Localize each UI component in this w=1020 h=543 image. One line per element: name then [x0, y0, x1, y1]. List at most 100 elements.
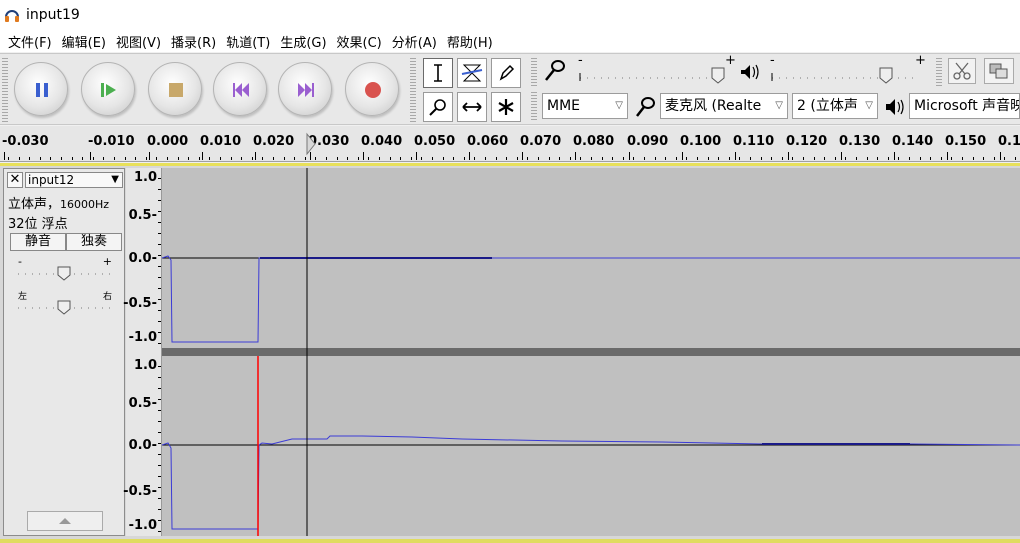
- channels-select[interactable]: 2 (立体声 ▽: [792, 93, 878, 119]
- pause-button[interactable]: [14, 62, 68, 116]
- playback-meter-slider[interactable]: [771, 67, 918, 84]
- skip-to-start-button[interactable]: [213, 62, 267, 116]
- timeline-ruler[interactable]: -0.030 -0.010 0.000 0.010 0.020 0.030 0.040 0.0…: [0, 126, 1020, 162]
- toolbar-grip[interactable]: [936, 58, 942, 86]
- track-name-menu[interactable]: input12 ▼: [25, 172, 123, 188]
- pan-slider-track: [18, 300, 112, 315]
- output-device-select[interactable]: Microsoft 声音映: [909, 93, 1020, 119]
- collapse-track-button[interactable]: [27, 511, 103, 531]
- waveform-display[interactable]: [162, 168, 1020, 536]
- ruler-major-tick: [4, 152, 5, 160]
- ruler-minor-tick: [803, 157, 804, 160]
- ruler-tick-label: -0.010: [88, 134, 135, 149]
- track-bottom-border: [0, 539, 1020, 543]
- ruler-minor-tick: [188, 157, 189, 160]
- speaker-icon: [741, 64, 759, 80]
- toolbar-grip[interactable]: [410, 58, 416, 122]
- ruler-minor-tick: [315, 157, 316, 160]
- ruler-minor-tick: [485, 157, 486, 160]
- envelope-tool-button[interactable]: [457, 58, 487, 88]
- menu-tracks[interactable]: 轨道(T): [224, 32, 278, 51]
- menu-effect[interactable]: 效果(C): [335, 32, 390, 51]
- cut-button[interactable]: [948, 58, 976, 84]
- ruler-major-tick: [629, 152, 630, 160]
- amplitude-minor-tick: [158, 233, 161, 234]
- ruler-major-tick: [416, 152, 417, 160]
- ruler-minor-tick: [443, 157, 444, 160]
- stop-icon: [169, 83, 183, 97]
- ruler-minor-tick: [761, 157, 762, 160]
- ruler-minor-tick: [496, 157, 497, 160]
- ruler-minor-tick: [538, 157, 539, 160]
- play-button[interactable]: [81, 62, 135, 116]
- menu-analyze[interactable]: 分析(A): [390, 32, 445, 51]
- ruler-major-tick: [735, 152, 736, 160]
- ruler-minor-tick: [633, 157, 634, 160]
- ruler-major-tick: [522, 152, 523, 160]
- ruler-minor-tick: [326, 157, 327, 160]
- ruler-minor-tick: [273, 157, 274, 160]
- amplitude-minor-tick: [158, 487, 161, 488]
- ruler-minor-tick: [962, 157, 963, 160]
- ibeam-icon: [434, 64, 442, 82]
- ruler-minor-tick: [506, 157, 507, 160]
- track-close-button[interactable]: ✕: [7, 172, 23, 188]
- ruler-major-tick: [894, 152, 895, 160]
- menu-record[interactable]: 播录(R): [169, 32, 224, 51]
- ruler-tick-label: 0.050: [414, 134, 456, 149]
- amplitude-tick-label: 0.5-: [128, 208, 157, 223]
- tools-toolbar: [419, 56, 527, 124]
- ruler-minor-tick: [951, 157, 952, 160]
- ruler-tick-label: 0.040: [361, 134, 403, 149]
- ruler-minor-tick: [167, 157, 168, 160]
- toolbar-grip[interactable]: [531, 92, 537, 120]
- ruler-minor-tick: [411, 157, 412, 160]
- record-meter-slider[interactable]: [579, 67, 726, 84]
- ruler-minor-tick: [1015, 157, 1016, 160]
- copy-button[interactable]: [984, 58, 1014, 84]
- play-head-icon[interactable]: [305, 132, 317, 156]
- record-button[interactable]: [345, 62, 399, 116]
- skip-to-end-button[interactable]: [278, 62, 332, 116]
- skip-to-start-icon: [233, 83, 249, 97]
- menu-generate[interactable]: 生成(G): [278, 32, 334, 51]
- audio-host-select[interactable]: MME ▽: [542, 93, 628, 119]
- ruler-minor-tick: [61, 157, 62, 160]
- stop-button[interactable]: [148, 62, 202, 116]
- amplitude-tick-label: -0.5-: [123, 296, 157, 311]
- draw-tool-button[interactable]: [491, 58, 521, 88]
- ruler-major-tick: [255, 152, 256, 160]
- selection-tool-button[interactable]: [423, 58, 453, 88]
- ruler-minor-tick: [898, 157, 899, 160]
- audio-host-value: MME: [547, 98, 581, 114]
- menu-file[interactable]: 文件(F): [6, 32, 60, 51]
- toolbar-grip[interactable]: [531, 58, 537, 86]
- amplitude-minor-tick: [158, 266, 161, 267]
- pan-slider[interactable]: 左 右: [16, 292, 116, 315]
- ruler-minor-tick: [655, 157, 656, 160]
- gain-slider[interactable]: - +: [16, 255, 116, 281]
- track-control-panel: ✕ input12 ▼ 立体声，16000Hz 32位 浮点 静音 独奏 - +…: [3, 168, 125, 536]
- input-device-select[interactable]: 麦克风 (Realte ▽: [660, 93, 788, 119]
- menu-help[interactable]: 帮助(H): [445, 32, 501, 51]
- ruler-minor-tick: [241, 157, 242, 160]
- ruler-minor-tick: [877, 157, 878, 160]
- menu-view[interactable]: 视图(V): [114, 32, 169, 51]
- multi-tool-button[interactable]: [491, 92, 521, 122]
- ruler-minor-tick: [782, 157, 783, 160]
- ruler-tick-label: 0.020: [253, 134, 295, 149]
- ruler-tick-label: 0.140: [892, 134, 934, 149]
- amplitude-minor-tick: [158, 299, 161, 300]
- amplitude-minor-tick: [158, 498, 161, 499]
- ruler-minor-tick: [517, 157, 518, 160]
- ruler-minor-tick: [72, 157, 73, 160]
- menu-edit[interactable]: 编辑(E): [60, 32, 114, 51]
- timeshift-tool-button[interactable]: [457, 92, 487, 122]
- solo-button[interactable]: 独奏: [66, 233, 122, 251]
- amplitude-minor-tick: [158, 277, 161, 278]
- zoom-tool-button[interactable]: [423, 92, 453, 122]
- ruler-minor-tick: [920, 157, 921, 160]
- mute-button[interactable]: 静音: [10, 233, 66, 251]
- ruler-minor-tick: [697, 157, 698, 160]
- ruler-minor-tick: [474, 157, 475, 160]
